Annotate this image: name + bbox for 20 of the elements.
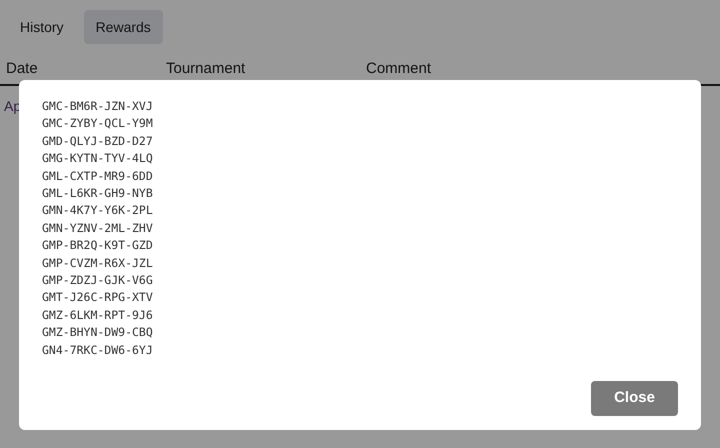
code-line: GML-L6KR-GH9-NYB [42,185,153,202]
code-line: GMP-BR2Q-K9T-GZD [42,237,153,254]
column-header: Comment [366,60,432,77]
close-button[interactable]: Close [591,381,678,416]
code-line: GMZ-6LKM-RPT-9J6 [42,306,153,324]
code-line: GMT-J26C-RPG-XTV [42,289,153,306]
column-header: Tournament [166,60,246,77]
code-line: GMG-KYTN-TYV-4LQ [42,150,153,168]
code-line: GMC-BM6R-JZN-XVJ [42,98,153,115]
code-line: GMD-QLYJ-BZD-D27 [42,132,153,150]
code-line: GN4-7RKC-DW6-6YJ [42,342,153,359]
tab[interactable]: Rewards [84,10,163,44]
code-line: GMN-YZNV-2ML-ZHV [42,220,153,237]
code-line: GML-CXTP-MR9-6DD [42,168,153,185]
code-line: GMP-ZDZJ-GJK-V6G [42,272,153,290]
column-header: Date [6,60,38,77]
code-line: GMC-ZYBY-QCL-Y9M [42,115,153,132]
code-line: GMP-CVZM-R6X-JZL [42,254,153,272]
code-line: GMN-4K7Y-Y6K-2PL [42,202,153,220]
code-line: GMZ-BHYN-DW9-CBQ [42,324,153,342]
